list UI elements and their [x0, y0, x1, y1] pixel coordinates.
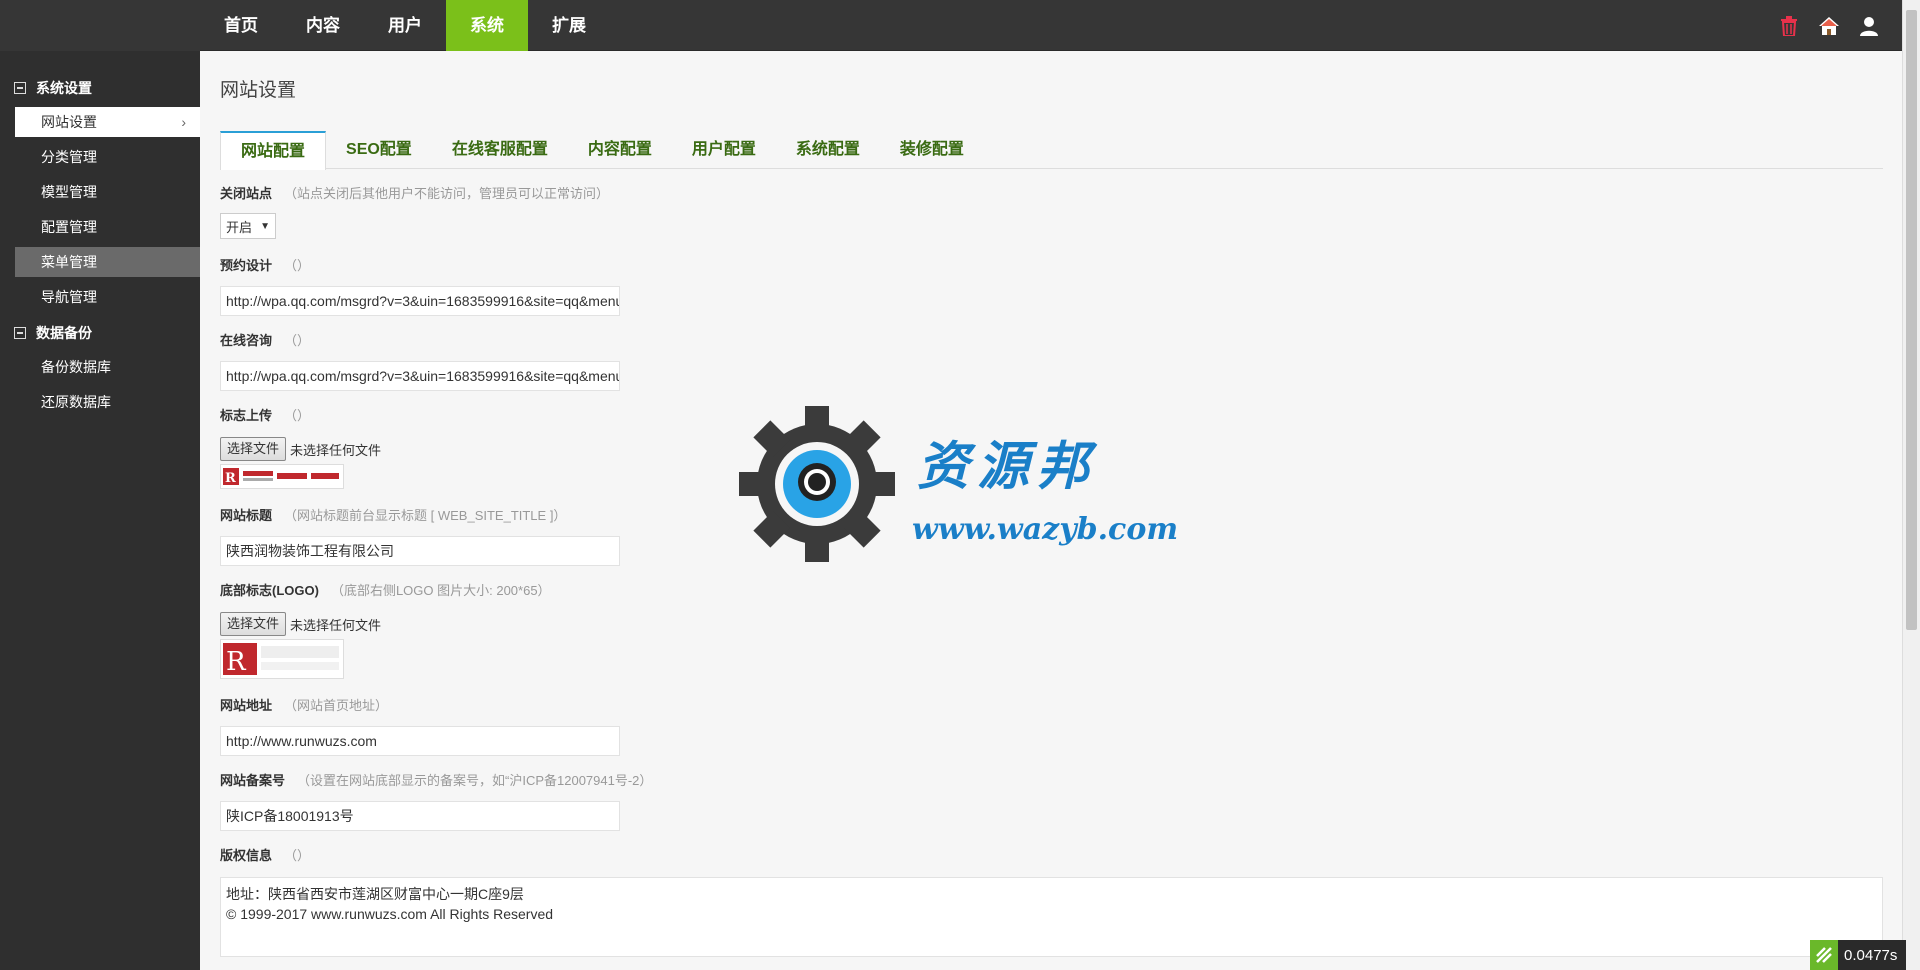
tab-user-config[interactable]: 用户配置 — [672, 131, 776, 169]
sidebar-item-category[interactable]: 分类管理 — [15, 142, 200, 172]
field-hint: （底部右侧LOGO 图片大小: 200*65） — [330, 583, 551, 598]
close-site-select[interactable]: 开启 ▼ — [220, 213, 276, 239]
tab-decoration-config[interactable]: 装修配置 — [880, 131, 984, 169]
field-hint: （网站首页地址） — [284, 698, 389, 713]
home-icon[interactable] — [1818, 15, 1840, 37]
sidebar-item-model[interactable]: 模型管理 — [15, 177, 200, 207]
sidebar-item-config[interactable]: 配置管理 — [15, 212, 200, 242]
nav-extend[interactable]: 扩展 — [528, 0, 610, 51]
page-scrollbar[interactable] — [1902, 0, 1920, 970]
nav-system[interactable]: 系统 — [446, 0, 528, 51]
consult-input[interactable]: http://wpa.qq.com/msgrd?v=3&uin=16835999… — [220, 361, 620, 391]
top-icons — [1778, 0, 1880, 51]
sidebar-item-label: 菜单管理 — [41, 254, 97, 270]
scrollbar-thumb[interactable] — [1906, 10, 1917, 630]
sidebar: 系统设置 网站设置 › 分类管理 模型管理 配置管理 菜单管理 导航管理 数据备… — [0, 51, 200, 970]
sidebar-group-backup[interactable]: 数据备份 — [0, 322, 200, 344]
top-bar-logo-area — [0, 0, 200, 51]
logo-thumbnail: R — [220, 464, 344, 489]
tab-system-config[interactable]: 系统配置 — [776, 131, 880, 169]
sidebar-group-label: 数据备份 — [36, 325, 92, 341]
debug-timer: 0.0477s — [1810, 940, 1906, 970]
debug-logo-icon — [1810, 940, 1838, 970]
site-title-input[interactable]: 陕西润物装饰工程有限公司 — [220, 536, 620, 566]
footer-logo-file-row: 选择文件 未选择任何文件 — [220, 612, 1902, 636]
sidebar-item-restore-db[interactable]: 还原数据库 — [15, 387, 200, 417]
sidebar-item-label: 配置管理 — [41, 219, 97, 235]
sidebar-group-system-settings[interactable]: 系统设置 — [0, 77, 200, 99]
trash-icon[interactable] — [1778, 15, 1800, 37]
collapse-icon — [14, 327, 26, 339]
sidebar-item-backup-db[interactable]: 备份数据库 — [15, 352, 200, 382]
field-hint: （站点关闭后其他用户不能访问，管理员可以正常访问） — [284, 186, 610, 201]
tab-site-config[interactable]: 网站配置 — [220, 131, 327, 170]
site-url-input[interactable]: http://www.runwuzs.com — [220, 726, 620, 756]
booking-label: 预约设计 （） — [220, 258, 311, 273]
top-bar: 首页 内容 用户 系统 扩展 — [0, 0, 1902, 51]
footer-logo-file-status: 未选择任何文件 — [290, 617, 382, 633]
footer-logo-label: 底部标志(LOGO) （底部右侧LOGO 图片大小: 200*65） — [220, 583, 551, 598]
tab-seo-config[interactable]: SEO配置 — [326, 131, 432, 169]
copyright-label: 版权信息 （） — [220, 848, 311, 863]
sidebar-item-navigation[interactable]: 导航管理 — [15, 282, 200, 312]
timer-value: 0.0477s — [1844, 946, 1898, 964]
sidebar-item-label: 还原数据库 — [41, 394, 111, 410]
watermark: 资源邦 www.wazyb.com — [737, 404, 1187, 564]
icp-label: 网站备案号 （设置在网站底部显示的备案号，如“沪ICP备12007941号-2） — [220, 773, 653, 788]
watermark-text: 资源邦 — [917, 436, 1098, 497]
select-value: 开启 — [226, 219, 253, 235]
user-icon[interactable] — [1858, 15, 1880, 37]
logo-choose-file-button[interactable]: 选择文件 — [220, 437, 287, 461]
sidebar-item-site-settings[interactable]: 网站设置 › — [15, 107, 200, 137]
close-site-label: 关闭站点 （站点关闭后其他用户不能访问，管理员可以正常访问） — [220, 186, 610, 201]
icp-input[interactable]: 陕ICP备18001913号 — [220, 801, 620, 831]
top-nav: 首页 内容 用户 系统 扩展 — [200, 0, 610, 51]
tab-content-config[interactable]: 内容配置 — [568, 131, 672, 169]
copyright-line-2: © 1999-2017 www.runwuzs.com All Rights R… — [226, 906, 554, 922]
tab-online-service-config[interactable]: 在线客服配置 — [432, 131, 568, 169]
page-title: 网站设置 — [220, 80, 297, 101]
logo-file-status: 未选择任何文件 — [290, 442, 382, 458]
dropdown-arrow-icon: ▼ — [260, 220, 270, 232]
sidebar-group-label: 系统设置 — [36, 80, 92, 96]
field-hint: （） — [284, 848, 311, 863]
chevron-right-icon: › — [181, 114, 186, 130]
footer-logo-choose-file-button[interactable]: 选择文件 — [220, 612, 287, 636]
nav-content[interactable]: 内容 — [282, 0, 364, 51]
sidebar-item-label: 模型管理 — [41, 184, 97, 200]
copyright-line-1: 地址：陕西省西安市莲湖区财富中心一期C座9层 — [226, 886, 524, 902]
collapse-icon — [14, 82, 26, 94]
copyright-textarea[interactable]: 地址：陕西省西安市莲湖区财富中心一期C座9层 © 1999-2017 www.r… — [220, 877, 1883, 957]
sidebar-item-label: 导航管理 — [41, 289, 97, 305]
nav-user[interactable]: 用户 — [364, 0, 446, 51]
svg-text:R: R — [225, 471, 236, 486]
site-url-label: 网站地址 （网站首页地址） — [220, 698, 389, 713]
sidebar-item-label: 网站设置 — [41, 114, 97, 130]
field-hint: （网站标题前台显示标题 [ WEB_SITE_TITLE ]） — [284, 508, 567, 523]
consult-label: 在线咨询 （） — [220, 333, 311, 348]
sidebar-item-label: 分类管理 — [41, 149, 97, 165]
footer-logo-thumbnail: R — [220, 639, 344, 679]
svg-text:R: R — [226, 647, 247, 677]
nav-home[interactable]: 首页 — [200, 0, 282, 51]
gear-eye-icon — [739, 406, 895, 562]
field-hint: （设置在网站底部显示的备案号，如“沪ICP备12007941号-2） — [297, 773, 653, 788]
field-hint: （） — [284, 258, 311, 273]
field-hint: （） — [284, 408, 311, 423]
config-tabs: 网站配置 SEO配置 在线客服配置 内容配置 用户配置 系统配置 装修配置 — [220, 131, 1883, 170]
field-hint: （） — [284, 333, 311, 348]
booking-input[interactable]: http://wpa.qq.com/msgrd?v=3&uin=16835999… — [220, 286, 620, 316]
watermark-url: www.wazyb.com — [912, 512, 1179, 547]
sidebar-item-label: 备份数据库 — [41, 359, 111, 375]
sidebar-item-menu[interactable]: 菜单管理 — [15, 247, 200, 277]
